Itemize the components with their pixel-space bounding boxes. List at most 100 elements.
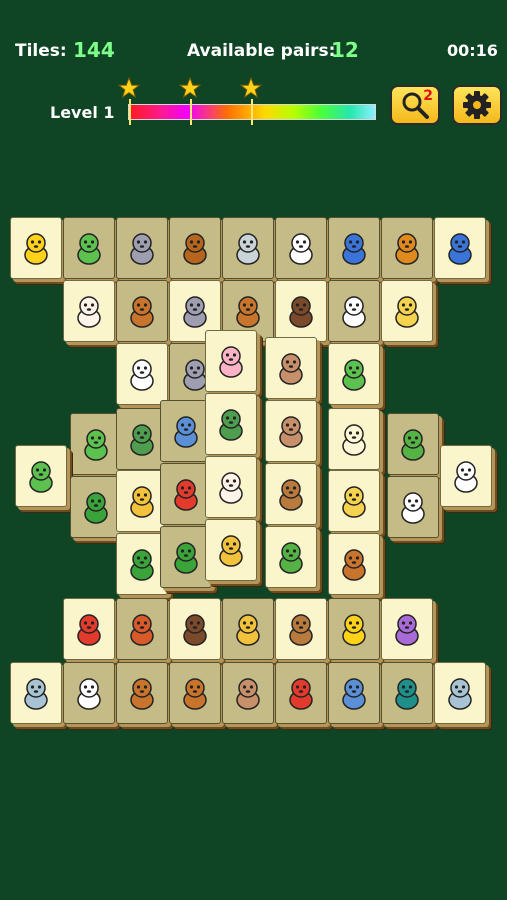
tile-crocodile[interactable] bbox=[70, 476, 122, 538]
tile-dog[interactable] bbox=[116, 280, 168, 342]
koala-icon bbox=[130, 233, 154, 265]
available-pairs-count: 12 bbox=[331, 38, 359, 62]
gear-icon bbox=[463, 91, 491, 119]
hint-button[interactable]: 2 bbox=[390, 85, 440, 125]
tile-pony[interactable] bbox=[328, 470, 380, 532]
tile-squirrel[interactable] bbox=[205, 519, 257, 581]
tile-peacock[interactable] bbox=[381, 662, 433, 724]
tile-pig[interactable] bbox=[205, 330, 257, 392]
crocodile-icon bbox=[84, 492, 108, 524]
tile-parrot[interactable] bbox=[63, 598, 115, 660]
tile-owl[interactable] bbox=[265, 463, 317, 525]
parrot-icon bbox=[289, 678, 313, 710]
tile-rabbit[interactable] bbox=[440, 445, 492, 507]
panda-icon bbox=[289, 233, 313, 265]
pig-icon bbox=[219, 346, 243, 378]
panda-icon bbox=[130, 359, 154, 391]
dog-icon bbox=[342, 549, 366, 581]
tile-hippo[interactable] bbox=[10, 662, 62, 724]
cow-icon bbox=[77, 678, 101, 710]
parrot-icon bbox=[77, 614, 101, 646]
tile-pony[interactable] bbox=[381, 280, 433, 342]
penguin-icon bbox=[342, 233, 366, 265]
tile-cow[interactable] bbox=[328, 280, 380, 342]
hippo-icon bbox=[24, 678, 48, 710]
dog-icon bbox=[183, 678, 207, 710]
dinosaur-icon bbox=[84, 429, 108, 461]
elephant-icon bbox=[342, 678, 366, 710]
hippo-icon bbox=[448, 678, 472, 710]
monkey-icon bbox=[279, 416, 303, 448]
tile-penguin[interactable] bbox=[434, 217, 486, 279]
tile-cat[interactable] bbox=[205, 456, 257, 518]
tile-rhino[interactable] bbox=[381, 598, 433, 660]
dinosaur-icon bbox=[29, 461, 53, 493]
available-pairs-label: Available pairs: bbox=[187, 41, 336, 61]
tile-monkey[interactable] bbox=[265, 337, 317, 399]
owl-icon bbox=[289, 614, 313, 646]
reindeer-icon bbox=[183, 233, 207, 265]
tile-reindeer[interactable] bbox=[169, 217, 221, 279]
tile-chick[interactable] bbox=[10, 217, 62, 279]
tile-cow[interactable] bbox=[63, 662, 115, 724]
tile-monkey[interactable] bbox=[265, 400, 317, 462]
tile-bat[interactable] bbox=[275, 280, 327, 342]
rhino-icon bbox=[395, 614, 419, 646]
tile-chick[interactable] bbox=[328, 598, 380, 660]
tile-dog[interactable] bbox=[169, 662, 221, 724]
crocodile-icon bbox=[130, 549, 154, 581]
tile-panda[interactable] bbox=[116, 343, 168, 405]
tile-lion[interactable] bbox=[381, 217, 433, 279]
dinosaur-icon bbox=[342, 359, 366, 391]
tile-turtle[interactable] bbox=[205, 393, 257, 455]
tile-parrot[interactable] bbox=[275, 662, 327, 724]
level-label: Level 1 bbox=[50, 103, 115, 122]
star-marker-2 bbox=[190, 99, 192, 125]
tile-koala[interactable] bbox=[116, 217, 168, 279]
tile-penguin[interactable] bbox=[328, 217, 380, 279]
koala-icon bbox=[183, 296, 207, 328]
chick-icon bbox=[342, 614, 366, 646]
tile-fox[interactable] bbox=[116, 598, 168, 660]
tile-cat[interactable] bbox=[63, 280, 115, 342]
lion-icon bbox=[395, 233, 419, 265]
star-icon bbox=[240, 77, 262, 99]
tile-hippo[interactable] bbox=[434, 662, 486, 724]
panda-icon bbox=[401, 492, 425, 524]
chameleon-icon bbox=[401, 429, 425, 461]
tile-dog[interactable] bbox=[116, 662, 168, 724]
tile-elephant[interactable] bbox=[328, 662, 380, 724]
tile-dinosaur[interactable] bbox=[15, 445, 67, 507]
pony-icon bbox=[395, 296, 419, 328]
tile-panda[interactable] bbox=[275, 217, 327, 279]
bat-icon bbox=[289, 296, 313, 328]
settings-button[interactable] bbox=[452, 85, 502, 125]
tile-panda[interactable] bbox=[387, 476, 439, 538]
rabbit-icon bbox=[454, 461, 478, 493]
seal-icon bbox=[236, 233, 260, 265]
dog-icon bbox=[236, 296, 260, 328]
tile-sheep[interactable] bbox=[328, 408, 380, 470]
tile-dinosaur[interactable] bbox=[328, 343, 380, 405]
monkey-icon bbox=[279, 353, 303, 385]
dinosaur-icon bbox=[77, 233, 101, 265]
fox-icon bbox=[130, 614, 154, 646]
turtle-icon bbox=[219, 409, 243, 441]
tile-monkey[interactable] bbox=[222, 662, 274, 724]
tile-bat[interactable] bbox=[169, 598, 221, 660]
tile-chameleon[interactable] bbox=[265, 526, 317, 588]
sheep-icon bbox=[342, 424, 366, 456]
squirrel-icon bbox=[130, 486, 154, 518]
tile-squirrel[interactable] bbox=[222, 598, 274, 660]
bat-icon bbox=[183, 614, 207, 646]
tile-seal[interactable] bbox=[222, 217, 274, 279]
tile-dog[interactable] bbox=[328, 533, 380, 595]
tile-dinosaur[interactable] bbox=[70, 413, 122, 475]
tile-chameleon[interactable] bbox=[387, 413, 439, 475]
tile-dinosaur[interactable] bbox=[63, 217, 115, 279]
tile-owl[interactable] bbox=[275, 598, 327, 660]
timer: 00:16 bbox=[447, 41, 498, 60]
owl-icon bbox=[279, 479, 303, 511]
tiles-count: 144 bbox=[73, 38, 115, 62]
chick-icon bbox=[24, 233, 48, 265]
